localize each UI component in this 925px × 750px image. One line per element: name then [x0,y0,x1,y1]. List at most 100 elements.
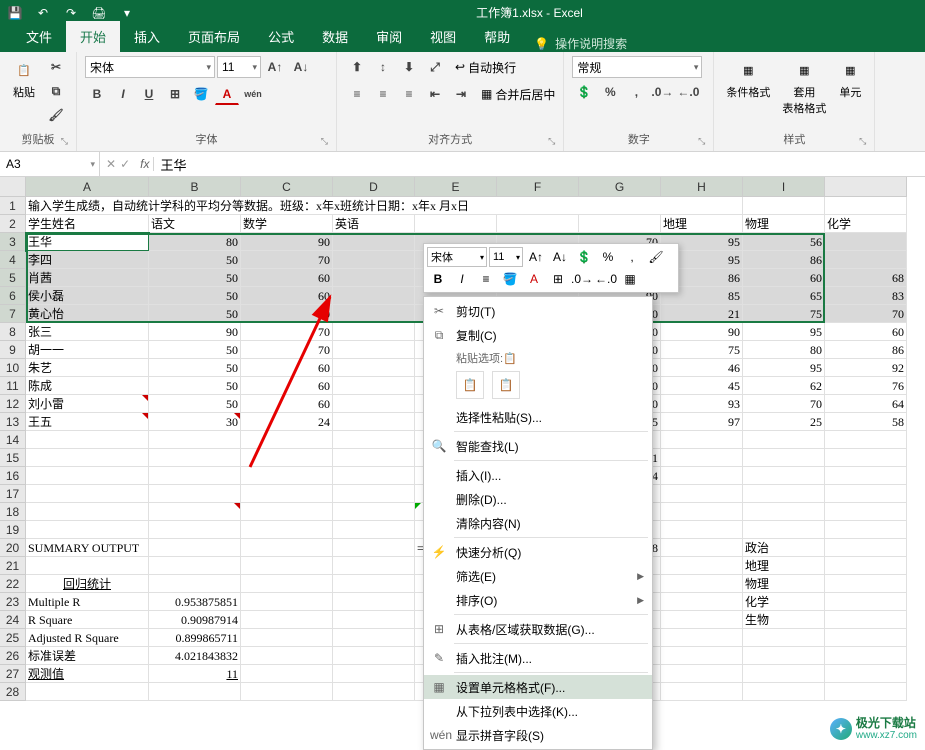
cell[interactable] [825,485,907,503]
cell[interactable]: 50 [149,377,241,395]
orientation-icon[interactable]: ⤢ [423,56,447,78]
indent-dec-icon[interactable]: ⇤ [423,83,447,105]
cell[interactable] [149,539,241,557]
inc-decimal-icon[interactable]: .0→ [650,81,674,103]
cell[interactable]: 93 [661,395,743,413]
cell[interactable]: 50 [149,395,241,413]
cell[interactable] [743,485,825,503]
cell[interactable] [241,503,333,521]
cell[interactable] [149,467,241,485]
row-header[interactable]: 10 [0,359,26,377]
cell[interactable]: 王五 [26,413,149,431]
cell[interactable] [743,647,825,665]
cell[interactable] [661,629,743,647]
cell[interactable]: 62 [743,377,825,395]
cell[interactable] [26,485,149,503]
row-header[interactable]: 5 [0,269,26,287]
cell[interactable] [333,485,415,503]
cell[interactable] [241,593,333,611]
cell[interactable]: 60 [743,269,825,287]
ctx-item[interactable]: 从下拉列表中选择(K)... [424,699,652,723]
cell[interactable] [661,557,743,575]
cell[interactable] [743,197,825,215]
row-header[interactable]: 27 [0,665,26,683]
col-header-E[interactable]: E [415,177,497,197]
cell[interactable]: 0.953875851 [149,593,241,611]
ctx-item[interactable]: ⧉复制(C) [424,323,652,347]
cell[interactable] [743,665,825,683]
cell[interactable]: 王华 [26,233,149,251]
cell[interactable] [743,503,825,521]
row-header[interactable]: 8 [0,323,26,341]
cell[interactable]: 学生姓名 [26,215,149,233]
cell[interactable] [825,647,907,665]
tab-pagelayout[interactable]: 页面布局 [174,21,254,52]
cell[interactable] [333,503,415,521]
cell[interactable] [743,467,825,485]
cell-styles-button[interactable]: ▦ 单元 [834,56,866,102]
cell[interactable]: 90 [241,233,333,251]
mini-fill-icon[interactable]: 🪣 [499,269,521,289]
cell[interactable] [333,395,415,413]
cell[interactable] [149,449,241,467]
merge-center-button[interactable]: ▦ 合并后居中 [481,83,555,105]
cell[interactable] [241,611,333,629]
cell[interactable]: 45 [661,377,743,395]
mini-align-icon[interactable]: ≡ [475,269,497,289]
ctx-item[interactable]: 选择性粘贴(S)... [424,405,652,429]
align-left-icon[interactable]: ≡ [345,83,369,105]
cell[interactable] [241,449,333,467]
qat-more-icon[interactable]: ▾ [116,3,138,23]
mini-comma-icon[interactable]: , [621,247,643,267]
font-size-select[interactable]: 11 [217,56,261,78]
row-header[interactable]: 4 [0,251,26,269]
cell[interactable]: 86 [743,251,825,269]
cell[interactable]: 物理 [743,575,825,593]
cell[interactable] [333,449,415,467]
cell[interactable] [333,269,415,287]
select-all-corner[interactable] [0,177,26,197]
table-format-button[interactable]: ▦ 套用 表格格式 [778,56,830,118]
cell[interactable] [825,665,907,683]
cell[interactable]: 70 [241,251,333,269]
cell[interactable] [825,521,907,539]
cell[interactable]: 60 [241,305,333,323]
cell[interactable] [241,575,333,593]
cell[interactable] [149,485,241,503]
cell[interactable]: 刘小雷 [26,395,149,413]
cell[interactable]: 86 [825,341,907,359]
align-middle-icon[interactable]: ↕ [371,56,395,78]
tab-file[interactable]: 文件 [12,21,66,52]
bold-button[interactable]: B [85,83,109,105]
mini-inc-font-icon[interactable]: A↑ [525,247,547,267]
cell[interactable]: 50 [149,305,241,323]
cell[interactable]: 50 [149,287,241,305]
cell[interactable]: 60 [241,395,333,413]
col-header-F[interactable]: F [497,177,579,197]
cell[interactable] [825,575,907,593]
cell[interactable] [333,431,415,449]
cell[interactable]: 标准误差 [26,647,149,665]
row-header[interactable]: 3 [0,233,26,251]
cell[interactable] [26,683,149,701]
cell[interactable]: 50 [149,251,241,269]
cell[interactable]: 75 [743,305,825,323]
cell[interactable] [241,683,333,701]
cell[interactable]: 政治 [743,539,825,557]
cell[interactable]: 60 [241,269,333,287]
tab-review[interactable]: 审阅 [362,21,416,52]
cell[interactable] [333,593,415,611]
tab-insert[interactable]: 插入 [120,21,174,52]
col-header-G[interactable]: G [579,177,661,197]
cell[interactable]: 70 [825,305,907,323]
ctx-item[interactable]: wén显示拼音字段(S) [424,723,652,747]
cell[interactable] [333,323,415,341]
cell[interactable]: 80 [149,233,241,251]
row-header[interactable]: 14 [0,431,26,449]
cell[interactable]: 30 [149,413,241,431]
cell[interactable] [333,413,415,431]
row-header[interactable]: 19 [0,521,26,539]
row-header[interactable]: 15 [0,449,26,467]
cell[interactable]: 朱艺 [26,359,149,377]
cell[interactable] [26,431,149,449]
